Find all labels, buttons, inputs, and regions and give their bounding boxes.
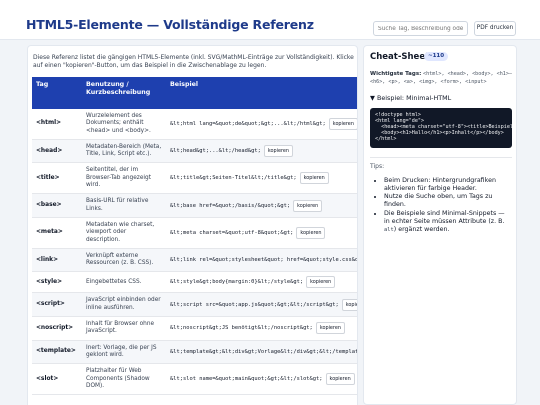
example-code: &lt;title&gt;Seiten-Titel&lt;/title&gt; [170,175,297,182]
divider [370,157,512,158]
reference-card: Diese Referenz listet die gängigen HTML5… [27,45,358,405]
tag-cell: <title> [32,162,82,195]
disclosure-triangle-icon: ▼ [370,94,375,102]
intro-text: Diese Referenz listet die gängigen HTML5… [33,54,354,69]
page-title: HTML5-Elemente — Vollständige Referenz [26,17,314,32]
example-cell: &lt;template&gt;&lt;div&gt;Vorlage&lt;/d… [166,340,358,365]
table-row: <html> Wurzelelement des Dokuments; enthä… [32,109,357,140]
print-pdf-button[interactable]: PDF drucken [474,21,516,36]
table-row: <template> Inert: Vorlage, die per JS gek… [32,340,358,365]
table-row: <link> Verknüpft externe Ressourcen (z. B… [32,248,358,273]
tag-cell: <noscript> [32,316,82,341]
tip-text: ) ergänzt werden. [393,225,450,233]
tips-label: Tips: [370,163,385,170]
copy-button[interactable]: kopieren [293,199,323,212]
description-cell: Seitentitel, der im Browser-Tab angezeig… [82,162,166,195]
example-code: &lt;noscript&gt;JS benötigt&lt;/noscript… [170,325,313,332]
table-row: <slot> Platzhalter für Web Components (Sh… [32,363,357,396]
example-code: &lt;link rel=&quot;stylesheet&quot; href… [170,257,358,264]
example-cell: &lt;head&gt;...&lt;/head&gt; kopieren [166,139,357,164]
example-code: &lt;style&gt;body{margin:0}&lt;/style&gt… [170,279,304,286]
tag-cell: <template> [32,340,82,365]
description-cell: Platzhalter für Web Components (Shadow D… [82,363,166,396]
cheatsheet-title: Cheat-Sheet [370,52,430,62]
important-tags-label: Wichtigste Tags: [370,71,422,77]
cheatsheet-panel: Cheat-Sheet ~110 Wichtigste Tags: <html>… [363,45,517,405]
copy-button[interactable]: kopieren [306,276,336,289]
example-cell: &lt;style&gt;body{margin:0}&lt;/style&gt… [166,271,357,294]
column-header-description: Benutzung / Kurzbeschreibung [82,77,166,109]
tag-cell: <link> [32,248,82,273]
copy-button[interactable]: kopieren [299,172,329,185]
description-cell: Eingebettetes CSS. [82,271,166,294]
example-cell: &lt;meta charset=&quot;utf-8&quot;&gt; ko… [166,217,357,249]
description-cell: Metadaten-Bereich (Meta, Title, Link, Sc… [82,139,166,164]
description-cell: Inhalt für Browser ohne JavaScript. [82,316,166,341]
tag-cell: <base> [32,193,82,218]
column-header-example: Beispiel [166,77,357,109]
copy-button[interactable]: kopieren [328,117,357,130]
tip-text: Die Beispiele sind Minimal-Snippets — in… [384,209,505,225]
example-cell: &lt;slot name=&quot;main&quot;&gt;&lt;/s… [166,363,357,396]
table-row: <script> JavaScript einbinden oder inline… [32,292,357,318]
important-tags: Wichtigste Tags: <html>, <head>, <body>,… [370,71,514,86]
code-line: </html> [375,136,397,143]
column-header-tag: Tag [32,77,82,109]
copy-button[interactable]: kopieren [263,145,294,158]
copy-button[interactable]: kopieren [296,226,326,239]
example-cell: &lt;link rel=&quot;stylesheet&quot; href… [166,248,358,273]
copy-button[interactable]: kopieren [325,373,355,386]
tag-cell: <meta> [32,217,82,249]
description-cell: Verknüpft externe Ressourcen (z. B. CSS)… [82,248,166,273]
tip-code: alt [384,226,394,233]
table-row: <base> Basis-URL für relative Links. &lt;b… [32,193,357,218]
tip-item: Beim Drucken: Hintergrundgrafiken aktivi… [384,177,512,193]
table-row: <meta> Metadaten wie charset, viewport od… [32,217,357,249]
example-cell: &lt;title&gt;Seiten-Titel&lt;/title&gt; k… [166,162,357,195]
tip-item: Die Beispiele sind Minimal-Snippets — in… [384,210,512,234]
example-code: &lt;html lang=&quot;de&quot;&gt;...&lt;/… [170,120,326,127]
tip-text: Nutze die Suche oben, um Tags zu finden. [384,193,493,209]
description-cell: JavaScript einbinden oder inline ausführ… [82,292,166,318]
code-block: <!doctype html> <html lang="de"> <head><… [370,108,512,148]
tag-count-badge: ~110 [424,52,449,61]
description-cell: Basis-URL für relative Links. [82,193,166,218]
copy-button[interactable]: kopieren [315,322,345,335]
example-cell: &lt;base href=&quot;/basis/&quot;&gt; kop… [166,193,357,218]
table-row: <head> Metadaten-Bereich (Meta, Title, Li… [32,139,357,164]
example-summary-label: Beispiel: Minimal-HTML [376,94,452,102]
description-cell: Inert: Vorlage, die per JS geklont wird. [82,340,166,365]
tag-cell: <style> [32,271,82,294]
example-disclosure[interactable]: ▼ Beispiel: Minimal-HTML [370,94,451,102]
search-input[interactable] [373,21,468,36]
tip-text: Beim Drucken: Hintergrundgrafiken aktivi… [384,177,496,192]
top-bar: HTML5-Elemente — Vollständige Referenz P… [0,0,540,40]
table-row: <style> Eingebettetes CSS. &lt;style&gt;bo… [32,271,357,294]
reference-table: Tag Benutzung / Kurzbeschreibung Beispie… [32,77,358,396]
example-code: &lt;base href=&quot;/basis/&quot;&gt; [170,202,291,209]
table-row: <noscript> Inhalt für Browser ohne JavaSc… [32,316,357,341]
description-cell: Wurzelelement des Dokuments; enthält <he… [82,109,166,140]
table-header-row: Tag Benutzung / Kurzbeschreibung Beispie… [32,77,357,109]
description-cell: Metadaten wie charset, viewport oder des… [82,217,166,249]
copy-button[interactable]: kopieren [341,298,357,311]
example-cell: &lt;noscript&gt;JS benötigt&lt;/noscript… [166,316,357,341]
example-code: &lt;slot name=&quot;main&quot;&gt;&lt;/s… [170,376,323,383]
table-row: <title> Seitentitel, der im Browser-Tab a… [32,162,357,195]
tag-cell: <slot> [32,363,82,396]
tips-list: Beim Drucken: Hintergrundgrafiken aktivi… [384,177,512,234]
example-code: &lt;head&gt;...&lt;/head&gt; [170,148,261,155]
example-code: &lt;meta charset=&quot;utf-8&quot;&gt; [170,229,294,236]
tip-item: Nutze die Suche oben, um Tags zu finden. [384,193,512,209]
example-cell: &lt;script src=&quot;app.js&quot;&gt;&lt… [166,292,357,318]
tag-cell: <script> [32,292,82,318]
tag-cell: <head> [32,139,82,164]
example-code: &lt;script src=&quot;app.js&quot;&gt;&lt… [170,301,339,308]
example-code: &lt;template&gt;&lt;div&gt;Vorlage&lt;/d… [170,348,358,355]
example-cell: &lt;html lang=&quot;de&quot;&gt;...&lt;/… [166,109,357,140]
tag-cell: <html> [32,109,82,140]
